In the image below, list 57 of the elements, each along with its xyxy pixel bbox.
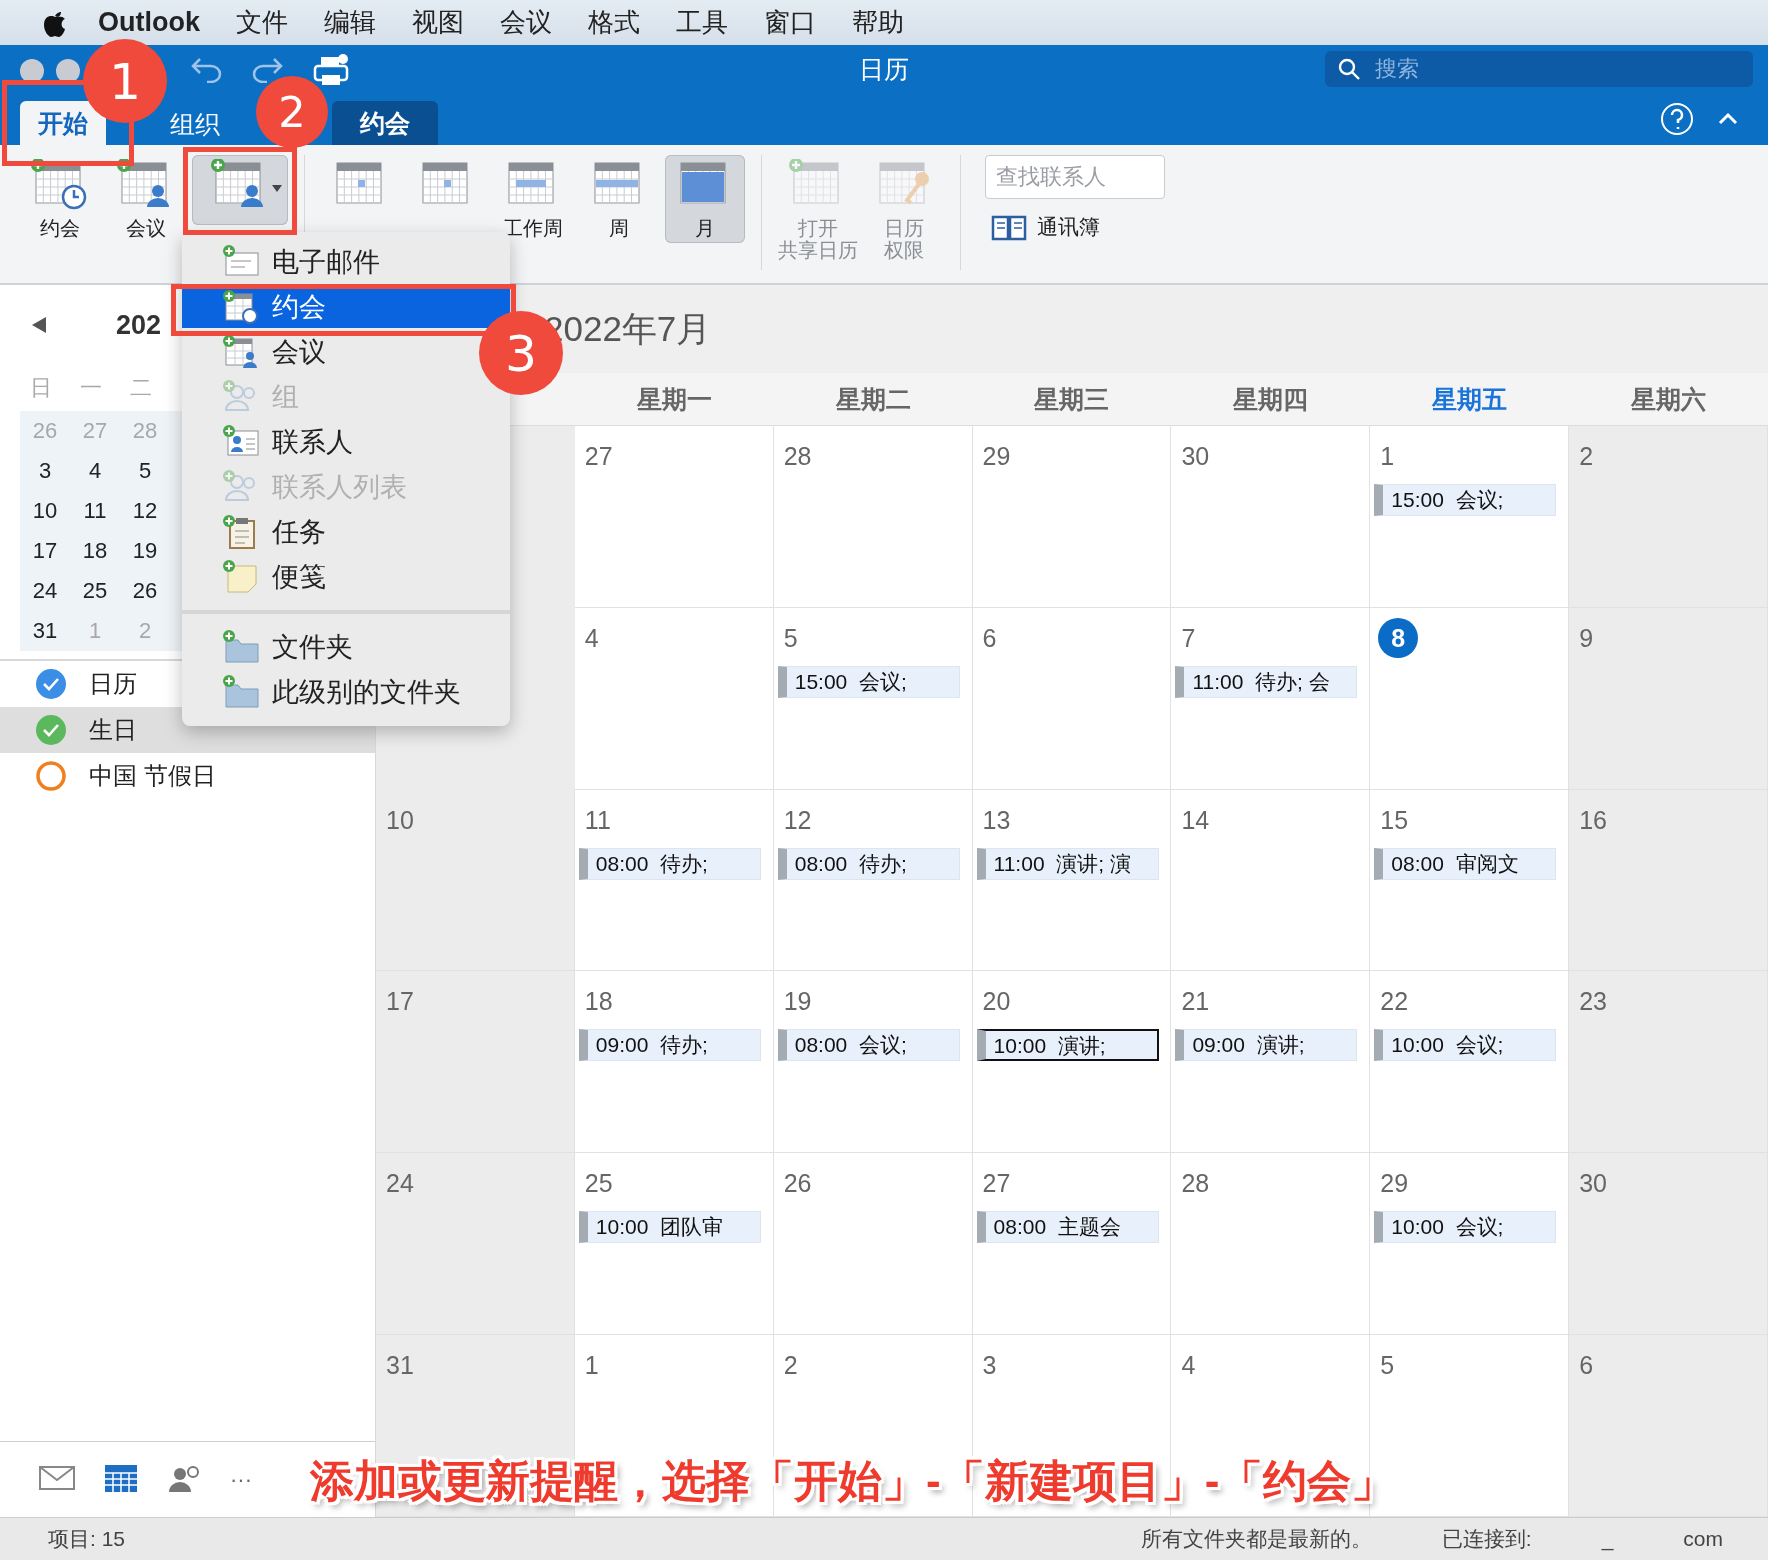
date-number: 30 [1578,1168,1607,1200]
date-number: 10 [385,804,414,836]
date-number: 24 [385,1168,414,1200]
weekday-header: 星期六 [1631,383,1707,415]
window-title: 日历 [859,53,909,85]
date-number: 21 [1180,986,1210,1018]
weekday-label: 一 [79,374,103,402]
date-number: 2 [1578,441,1594,472]
date-number: 22 [1379,986,1409,1018]
date-number: 16 [1578,804,1607,836]
date-number: 31 [385,1350,414,1382]
date-number: 29 [981,441,1011,472]
date-number: 26 [782,1168,812,1200]
status-text: 已连接到: [1441,1526,1532,1552]
date-number: 30 [1180,441,1210,472]
date-number: 27 [981,1168,1011,1200]
date-number: 1 [1379,441,1395,472]
status-text: 所有文件夹都是最新的。 [1140,1526,1372,1552]
date-number: 18 [583,986,613,1018]
weekday-header: 星期四 [1233,383,1309,415]
date-number: 6 [981,622,997,654]
date-number: 15 [1379,804,1409,836]
date-number: 6 [1578,1350,1594,1382]
date-number: 28 [782,441,812,472]
weekday-header: 星期三 [1034,383,1110,415]
mini-calendar-title: 202 [116,309,162,341]
date-number: 12 [782,804,812,836]
date-number: 19 [782,986,812,1018]
date-number: 23 [1578,986,1607,1018]
status-text: com [1683,1527,1723,1551]
weekday-label: 二 [129,374,153,402]
weekday-header: 星期一 [636,383,712,415]
date-number: 28 [1180,1168,1210,1200]
date-number: 27 [583,441,613,472]
date-number: 5 [782,622,798,654]
date-number: 17 [385,986,414,1018]
weekday-header: 星期五 [1432,383,1508,415]
today-date: 8 [1378,617,1419,658]
date-number: 4 [583,622,599,654]
date-number: 11 [583,804,611,836]
date-number: 25 [583,1168,613,1200]
weekday-header: 星期二 [835,383,911,415]
date-number: 7 [1180,622,1196,654]
date-number: 9 [1578,622,1594,654]
instruction-caption: 添加或更新提醒，选择「开始」-「新建项目」-「约会」 [310,1455,1396,1507]
status-text: 项目: 15 [48,1526,126,1552]
date-number: 3 [981,1350,997,1382]
date-number: 13 [981,804,1011,836]
date-number: 20 [981,986,1011,1018]
date-number: 5 [1379,1350,1395,1382]
status-text: _ [1601,1527,1614,1551]
date-number: 14 [1180,804,1210,836]
weekday-label: 日 [29,374,53,402]
date-number: 4 [1180,1350,1196,1382]
date-number: 29 [1379,1168,1409,1200]
date-number: 2 [782,1350,798,1382]
date-number: 1 [583,1350,599,1382]
